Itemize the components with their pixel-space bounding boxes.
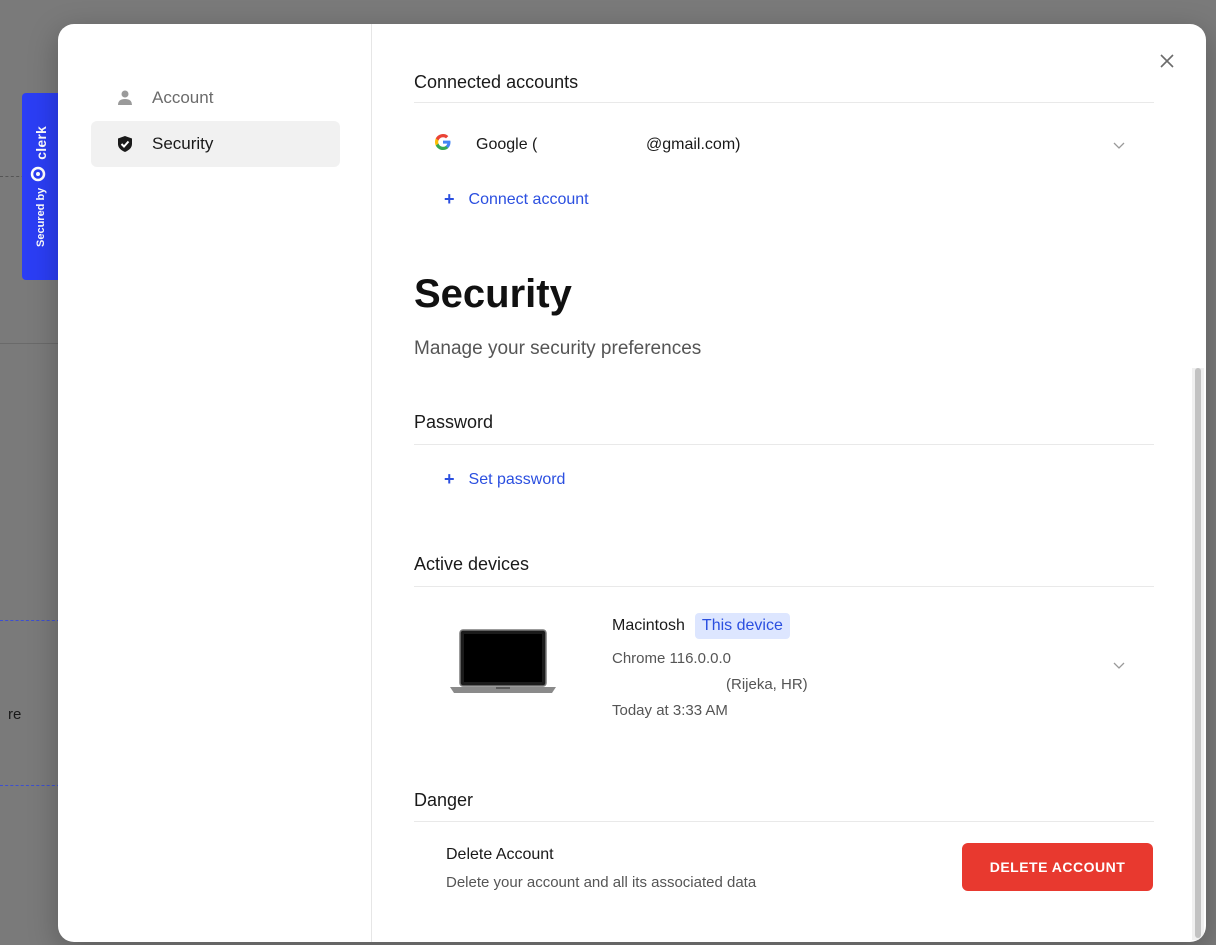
active-devices-title: Active devices <box>414 554 530 574</box>
set-password-label: Set password <box>468 470 566 488</box>
plus-icon: + <box>444 189 455 209</box>
delete-account-description: Delete your account and all its associat… <box>446 874 757 891</box>
chevron-down-icon[interactable] <box>1110 656 1128 674</box>
connect-account-button[interactable]: + Connect account <box>444 189 589 210</box>
sidebar-item-security[interactable]: Security <box>91 121 340 167</box>
device-browser: Chrome 116.0.0.0 <box>612 650 731 667</box>
this-device-badge: This device <box>694 613 790 639</box>
laptop-icon <box>450 628 556 701</box>
secured-by-clerk-badge[interactable]: Secured by clerk <box>22 93 58 280</box>
close-icon <box>1159 53 1175 74</box>
sidebar: Account Security <box>58 24 372 942</box>
danger-title: Danger <box>414 790 474 810</box>
connected-account-google[interactable]: Google ( @gmail.com) <box>434 130 1139 160</box>
connected-accounts-title: Connected accounts <box>414 72 579 92</box>
clerk-logo-icon <box>30 166 51 182</box>
divider <box>414 102 1154 103</box>
divider <box>414 821 1154 822</box>
device-last-active: Today at 3:33 AM <box>612 702 728 719</box>
chevron-down-icon[interactable] <box>1110 136 1128 154</box>
sidebar-item-label: Security <box>152 134 214 153</box>
backdrop-divider <box>0 343 60 344</box>
backdrop-text: re <box>8 706 22 723</box>
divider <box>414 586 1154 587</box>
sidebar-item-account[interactable]: Account <box>91 75 340 121</box>
backdrop-dashed-line <box>0 620 60 621</box>
password-title: Password <box>414 412 494 432</box>
page-title: Security <box>414 272 572 316</box>
plus-icon: + <box>444 469 455 489</box>
device-name: Macintosh <box>612 617 685 634</box>
page-subtitle: Manage your security preferences <box>414 338 702 359</box>
account-provider-label: Google ( <box>476 136 538 153</box>
divider <box>414 444 1154 445</box>
scrollbar-thumb[interactable] <box>1195 368 1201 938</box>
account-email: @gmail.com) <box>646 136 741 153</box>
set-password-button[interactable]: + Set password <box>444 469 565 490</box>
connect-account-label: Connect account <box>468 190 589 208</box>
shield-icon <box>116 135 134 153</box>
sidebar-item-label: Account <box>152 88 214 107</box>
backdrop-dashed-line <box>0 785 60 786</box>
user-icon <box>116 89 134 107</box>
badge-brand: clerk <box>32 125 49 160</box>
close-button[interactable] <box>1156 52 1178 74</box>
device-item: Macintosh This device <box>612 613 790 639</box>
google-icon <box>434 133 458 157</box>
badge-label: Secured by <box>34 187 47 248</box>
user-profile-modal: Account Security Connected accounts Goog… <box>58 24 1206 942</box>
device-location: (Rijeka, HR) <box>726 676 808 693</box>
delete-account-button[interactable]: DELETE ACCOUNT <box>962 843 1153 891</box>
delete-account-title: Delete Account <box>446 846 554 863</box>
main-content: Connected accounts Google ( @gmail.com) … <box>414 24 1154 942</box>
